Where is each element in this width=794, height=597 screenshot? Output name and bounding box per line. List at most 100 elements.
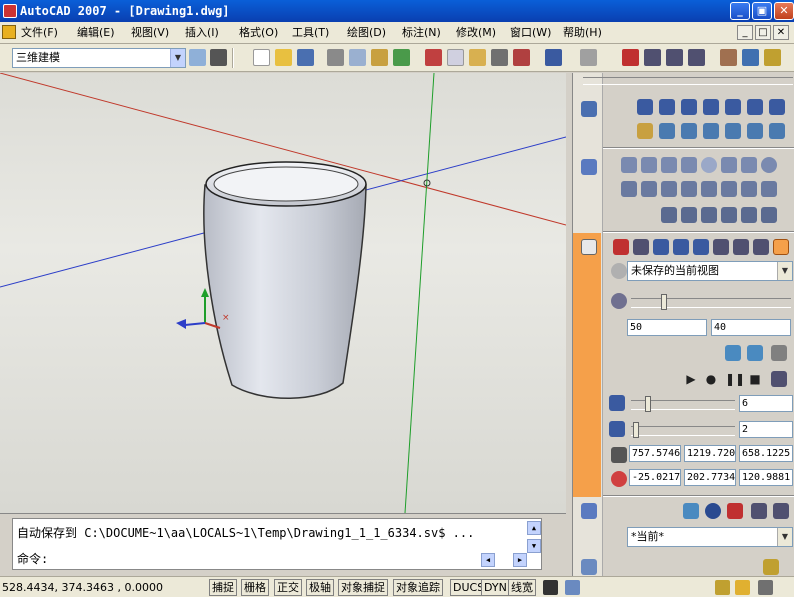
intersect-icon[interactable]: [701, 207, 717, 223]
polyline-icon[interactable]: [659, 99, 675, 115]
print-preview-icon[interactable]: [349, 49, 366, 66]
rectangle-icon[interactable]: [725, 99, 741, 115]
workspace-select[interactable]: 三维建模 ▼: [12, 48, 186, 68]
lens-slider-thumb[interactable]: [661, 294, 667, 310]
autocad-app-icon[interactable]: [3, 4, 17, 18]
perspective-projection-icon[interactable]: [753, 239, 769, 255]
scroll-down-icon[interactable]: ▼: [527, 539, 541, 553]
menu-window[interactable]: 窗口(W): [510, 25, 551, 41]
parallel-projection-icon[interactable]: [733, 239, 749, 255]
helix-icon[interactable]: [741, 181, 757, 197]
wedge-icon[interactable]: [661, 157, 677, 173]
scroll-right-icon[interactable]: ▶: [513, 553, 527, 567]
match-properties-icon[interactable]: [491, 49, 508, 66]
revolve-icon[interactable]: [681, 181, 697, 197]
gradient-icon[interactable]: [659, 123, 675, 139]
xray-icon[interactable]: [683, 503, 699, 519]
walk-settings-icon[interactable]: [771, 371, 787, 387]
circle-icon[interactable]: [769, 99, 785, 115]
3d-zoom-icon[interactable]: [633, 239, 649, 255]
redo-icon[interactable]: [580, 49, 597, 66]
capture-icon[interactable]: [771, 345, 787, 361]
play-icon[interactable]: ▶: [683, 371, 699, 387]
stop-icon[interactable]: ■: [747, 371, 763, 387]
command-prompt[interactable]: 命令:: [17, 551, 48, 567]
command-box[interactable]: 自动保存到 C:\DOCUME~1\aa\LOCALS~1\Temp\Drawi…: [12, 518, 542, 570]
menu-draw[interactable]: 绘图(D): [347, 25, 386, 41]
paste-icon[interactable]: [469, 49, 486, 66]
flatshot-icon[interactable]: [761, 207, 777, 223]
presspull-icon[interactable]: [641, 181, 657, 197]
cylinder-icon[interactable]: [721, 157, 737, 173]
menu-format[interactable]: 格式(O): [239, 25, 278, 41]
coordinate-readout[interactable]: 528.4434, 374.3463 , 0.0000: [2, 579, 163, 596]
tool-palettes-icon[interactable]: [764, 49, 781, 66]
minimize-button[interactable]: _: [730, 2, 750, 20]
slice-icon[interactable]: [721, 181, 737, 197]
pan-icon[interactable]: [622, 49, 639, 66]
3d-pan-icon[interactable]: [613, 239, 629, 255]
polar-toggle[interactable]: 极轴: [306, 579, 334, 596]
cone-icon[interactable]: [681, 157, 697, 173]
material-icon[interactable]: [727, 503, 743, 519]
block-editor-icon[interactable]: [513, 49, 530, 66]
polysolid-icon[interactable]: [621, 157, 637, 173]
speed-slider[interactable]: [631, 396, 735, 412]
close-button[interactable]: ✕: [774, 2, 794, 20]
copy-icon[interactable]: [447, 49, 464, 66]
target-y-input[interactable]: 202.7734: [684, 469, 736, 486]
box-icon[interactable]: [641, 157, 657, 173]
planar-surface-icon[interactable]: [761, 181, 777, 197]
drawing-viewport[interactable]: ×: [0, 73, 566, 513]
zoom-realtime-icon[interactable]: [644, 49, 661, 66]
scroll-up-icon[interactable]: ▲: [527, 521, 541, 535]
visual-style-select[interactable]: *当前* ▼: [627, 527, 793, 547]
menu-help[interactable]: 帮助(H): [563, 25, 602, 41]
workspace-settings-icon[interactable]: [189, 49, 206, 66]
free-orbit-icon[interactable]: [673, 239, 689, 255]
communication-center-icon[interactable]: [715, 580, 730, 595]
arc-icon[interactable]: [681, 99, 697, 115]
undo-icon[interactable]: [545, 49, 562, 66]
doc-minimize-button[interactable]: _: [737, 25, 753, 40]
snap-toggle[interactable]: 捕捉: [209, 579, 237, 596]
line-icon[interactable]: [637, 99, 653, 115]
menu-dimension[interactable]: 标注(N): [402, 25, 441, 41]
visual-styles-panel-icon[interactable]: [581, 503, 597, 519]
publish-icon[interactable]: [371, 49, 388, 66]
open-file-icon[interactable]: [275, 49, 292, 66]
menu-modify[interactable]: 修改(M): [456, 25, 496, 41]
union-icon[interactable]: [661, 207, 677, 223]
camera-x-input[interactable]: 757.5746: [629, 445, 681, 462]
print-icon[interactable]: [327, 49, 344, 66]
step-slider-thumb[interactable]: [633, 422, 639, 438]
view-cube-icon[interactable]: [773, 239, 789, 255]
step-slider[interactable]: [631, 422, 735, 438]
document-icon[interactable]: [2, 25, 16, 39]
3d-orbit-icon[interactable]: [653, 239, 669, 255]
loft-icon[interactable]: [701, 181, 717, 197]
create-camera-icon[interactable]: [725, 345, 741, 361]
cut-icon[interactable]: [425, 49, 442, 66]
pause-icon[interactable]: ❚❚: [725, 371, 745, 387]
polygon-icon[interactable]: [703, 99, 719, 115]
zoom-previous-icon[interactable]: [688, 49, 705, 66]
display-cameras-icon[interactable]: [747, 345, 763, 361]
camera-icon[interactable]: [713, 239, 729, 255]
scroll-left-icon[interactable]: ◀: [481, 553, 495, 567]
save-icon[interactable]: [297, 49, 314, 66]
trim-icon[interactable]: [769, 123, 785, 139]
lineweight-toggle[interactable]: 线宽: [508, 579, 536, 596]
sphere-icon[interactable]: [701, 157, 717, 173]
design-center-icon[interactable]: [742, 49, 759, 66]
model-space-icon[interactable]: [543, 580, 558, 595]
target-x-input[interactable]: -25.0217: [629, 469, 681, 486]
dyn-toggle[interactable]: DYN: [481, 579, 510, 596]
menu-file[interactable]: 文件(F): [21, 25, 58, 41]
record-icon[interactable]: ●: [703, 371, 719, 387]
ortho-toggle[interactable]: 正交: [274, 579, 302, 596]
lens-slider[interactable]: [631, 294, 791, 310]
toolbar-lock-icon[interactable]: [735, 580, 750, 595]
menu-view[interactable]: 视图(V): [131, 25, 169, 41]
menu-insert[interactable]: 插入(I): [185, 25, 219, 41]
